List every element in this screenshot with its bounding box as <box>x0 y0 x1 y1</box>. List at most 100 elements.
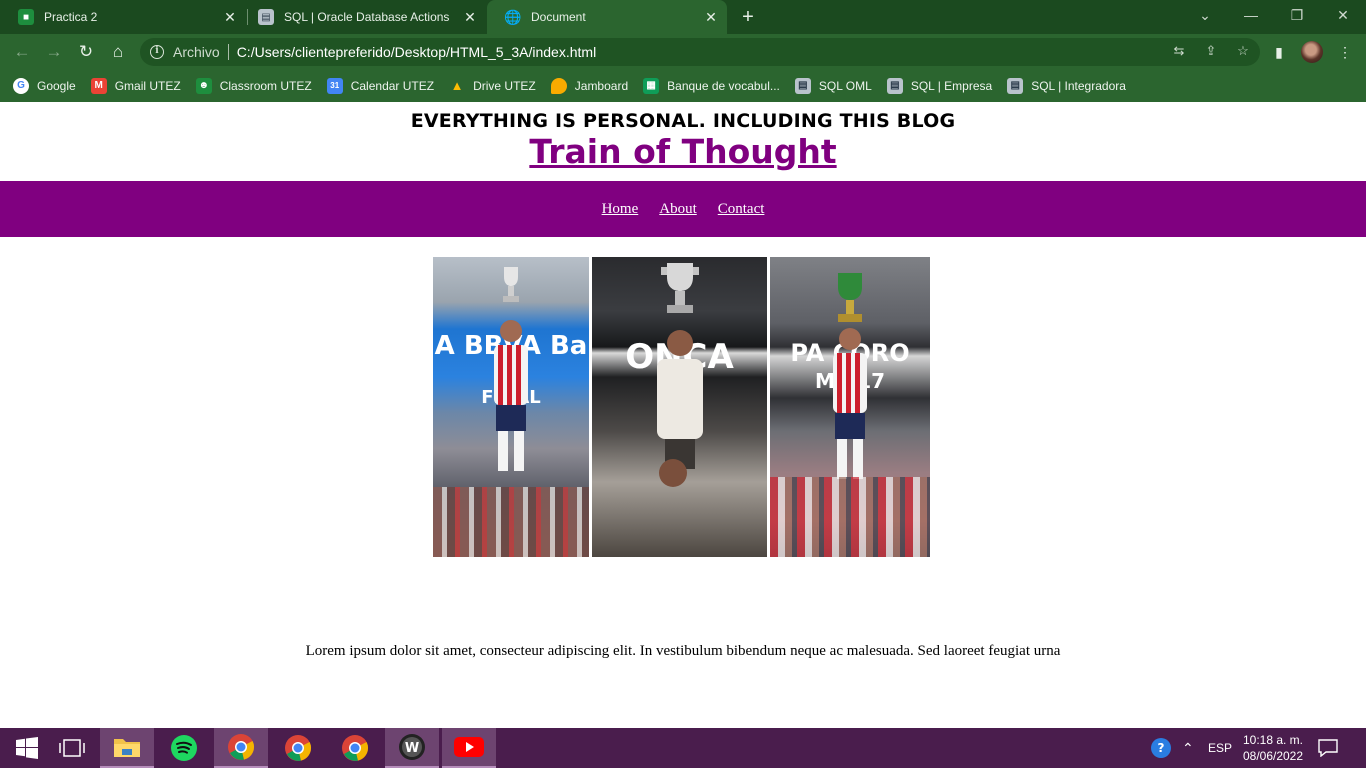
site-navbar: Home About Contact <box>0 181 1366 237</box>
address-bar[interactable]: i Archivo C:/Users/clientepreferido/Desk… <box>140 38 1260 66</box>
share-icon[interactable]: ⇪ <box>1202 42 1220 60</box>
windows-taskbar: W ? ⌃ ESP 10:18 a. m. 08/06/2022 <box>0 728 1366 768</box>
bookmark-label: Calendar UTEZ <box>350 79 435 93</box>
jamboard-icon <box>550 78 567 94</box>
bookmarks-bar: G Google M Gmail UTEZ ☻ Classroom UTEZ 3… <box>0 70 1366 102</box>
help-icon[interactable]: ? <box>1150 728 1172 768</box>
player-figure <box>494 320 528 471</box>
bookmark-label: Google <box>37 79 76 93</box>
chrome-icon <box>285 735 312 761</box>
tab-title: Document <box>531 10 586 24</box>
bookmark-banque[interactable]: ▦ Banque de vocabul... <box>643 78 780 94</box>
bookmark-sql-integradora[interactable]: ▤ SQL | Integradora <box>1007 78 1126 94</box>
chrome-profile-button-2[interactable] <box>328 728 382 768</box>
info-icon[interactable]: i <box>150 45 164 59</box>
close-window-button[interactable]: ✕ <box>1320 0 1366 30</box>
chrome-button[interactable] <box>214 728 268 768</box>
language-indicator[interactable]: ESP <box>1208 728 1232 768</box>
chevron-up-icon[interactable]: ⌃ <box>1182 728 1194 768</box>
bookmark-label: SQL | Integradora <box>1031 79 1126 93</box>
task-view-icon <box>59 739 85 757</box>
hero-image: A BBVA Ba FINAL ONCA <box>433 257 933 557</box>
bookmark-label: Drive UTEZ <box>473 79 536 93</box>
profile-avatar[interactable] <box>1301 41 1323 63</box>
close-icon[interactable]: ✕ <box>703 9 719 25</box>
crowd <box>770 477 930 557</box>
nav-link-about[interactable]: About <box>659 201 697 218</box>
minimize-button[interactable]: — <box>1228 0 1274 30</box>
player-figure <box>656 330 703 487</box>
bookmark-sql-oml[interactable]: ▤ SQL OML <box>794 78 872 94</box>
bookmark-sql-empresa[interactable]: ▤ SQL | Empresa <box>886 78 993 94</box>
youtube-button[interactable] <box>442 728 496 768</box>
notifications-icon[interactable] <box>1318 728 1338 768</box>
help-circle-icon: ? <box>1151 738 1171 758</box>
blog-tagline: EVERYTHING IS PERSONAL. INCLUDING THIS B… <box>410 110 956 132</box>
clock-time: 10:18 a. m. <box>1242 733 1304 747</box>
bookmark-drive[interactable]: ▲ Drive UTEZ <box>449 78 536 94</box>
close-icon[interactable]: ✕ <box>222 9 238 25</box>
tab-search-icon[interactable]: ⌄ <box>1182 0 1228 30</box>
side-panel-icon[interactable]: ▮ <box>1268 41 1290 63</box>
spotify-icon <box>171 735 197 761</box>
menu-icon[interactable]: ⋮ <box>1334 41 1356 63</box>
address-scheme-label: Archivo <box>173 44 220 60</box>
tab-title: SQL | Oracle Database Actions <box>284 10 450 24</box>
chrome-profile-button[interactable] <box>271 728 325 768</box>
bookmark-star-icon[interactable]: ☆ <box>1234 42 1252 60</box>
address-url[interactable]: C:/Users/clientepreferido/Desktop/HTML_5… <box>237 44 597 60</box>
calendar-icon: 31 <box>326 78 343 94</box>
nav-link-contact[interactable]: Contact <box>718 201 765 218</box>
webstorm-button[interactable]: W <box>385 728 439 768</box>
folder-icon <box>114 739 140 757</box>
w-app-icon: W <box>399 734 425 760</box>
database-icon: ▤ <box>886 78 903 94</box>
forward-icon[interactable]: → <box>42 40 66 64</box>
bookmark-label: Banque de vocabul... <box>667 79 780 93</box>
bookmark-calendar[interactable]: 31 Calendar UTEZ <box>326 78 435 94</box>
task-view-button[interactable] <box>45 728 99 768</box>
browser-tab-strip: ■ Practica 2 ✕ ▤ SQL | Oracle Database A… <box>0 0 1366 34</box>
chrome-icon <box>342 735 369 761</box>
drive-icon: ▲ <box>450 78 464 93</box>
close-icon[interactable]: ✕ <box>462 9 478 25</box>
address-bar-actions: ⇆ ⇪ ☆ <box>1170 42 1252 60</box>
lorem-paragraph: Lorem ipsum dolor sit amet, consecteur a… <box>305 643 1061 659</box>
address-divider <box>227 44 229 60</box>
crowd <box>433 487 589 557</box>
tab-sql-oracle[interactable]: ▤ SQL | Oracle Database Actions ✕ <box>240 0 486 34</box>
file-explorer-button[interactable] <box>100 728 154 768</box>
hero-photo-panel-2: ONCA <box>592 257 767 557</box>
hero-photo-panel-1: A BBVA Ba FINAL <box>433 257 589 557</box>
sheets-icon: ▦ <box>643 78 660 94</box>
bookmark-label: SQL | Empresa <box>910 79 993 93</box>
database-icon: ▤ <box>794 78 811 94</box>
new-tab-button[interactable]: + <box>736 5 760 29</box>
youtube-icon <box>454 737 484 757</box>
tab-practica-2[interactable]: ■ Practica 2 ✕ <box>0 0 246 34</box>
bookmark-jamboard[interactable]: Jamboard <box>550 78 628 94</box>
reload-icon[interactable]: ↻ <box>74 40 98 64</box>
bookmark-google[interactable]: G Google <box>13 78 76 94</box>
bookmark-gmail[interactable]: M Gmail UTEZ <box>90 78 181 94</box>
nav-link-home[interactable]: Home <box>602 201 639 218</box>
trophy-icon <box>660 263 699 313</box>
speech-bubble-icon <box>1318 739 1338 757</box>
globe-icon: 🌐 <box>504 8 522 25</box>
bookmark-label: Gmail UTEZ <box>114 79 181 93</box>
home-icon[interactable]: ⌂ <box>106 40 130 64</box>
restore-button[interactable]: ❐ <box>1274 0 1320 30</box>
gmail-icon: M <box>90 78 107 94</box>
translate-icon[interactable]: ⇆ <box>1170 42 1188 60</box>
tab-title: Practica 2 <box>44 10 98 24</box>
site-title[interactable]: Train of Thought <box>0 132 1366 171</box>
bookmark-label: SQL OML <box>818 79 872 93</box>
bookmark-classroom[interactable]: ☻ Classroom UTEZ <box>195 78 312 94</box>
svg-text:?: ? <box>1158 741 1165 755</box>
tab-document[interactable]: 🌐 Document ✕ <box>487 0 727 34</box>
spotify-button[interactable] <box>157 728 211 768</box>
trophy-icon <box>503 267 519 302</box>
database-icon: ▤ <box>1007 78 1024 94</box>
system-clock[interactable]: 10:18 a. m. 08/06/2022 <box>1238 732 1308 764</box>
back-icon[interactable]: ← <box>10 40 34 64</box>
